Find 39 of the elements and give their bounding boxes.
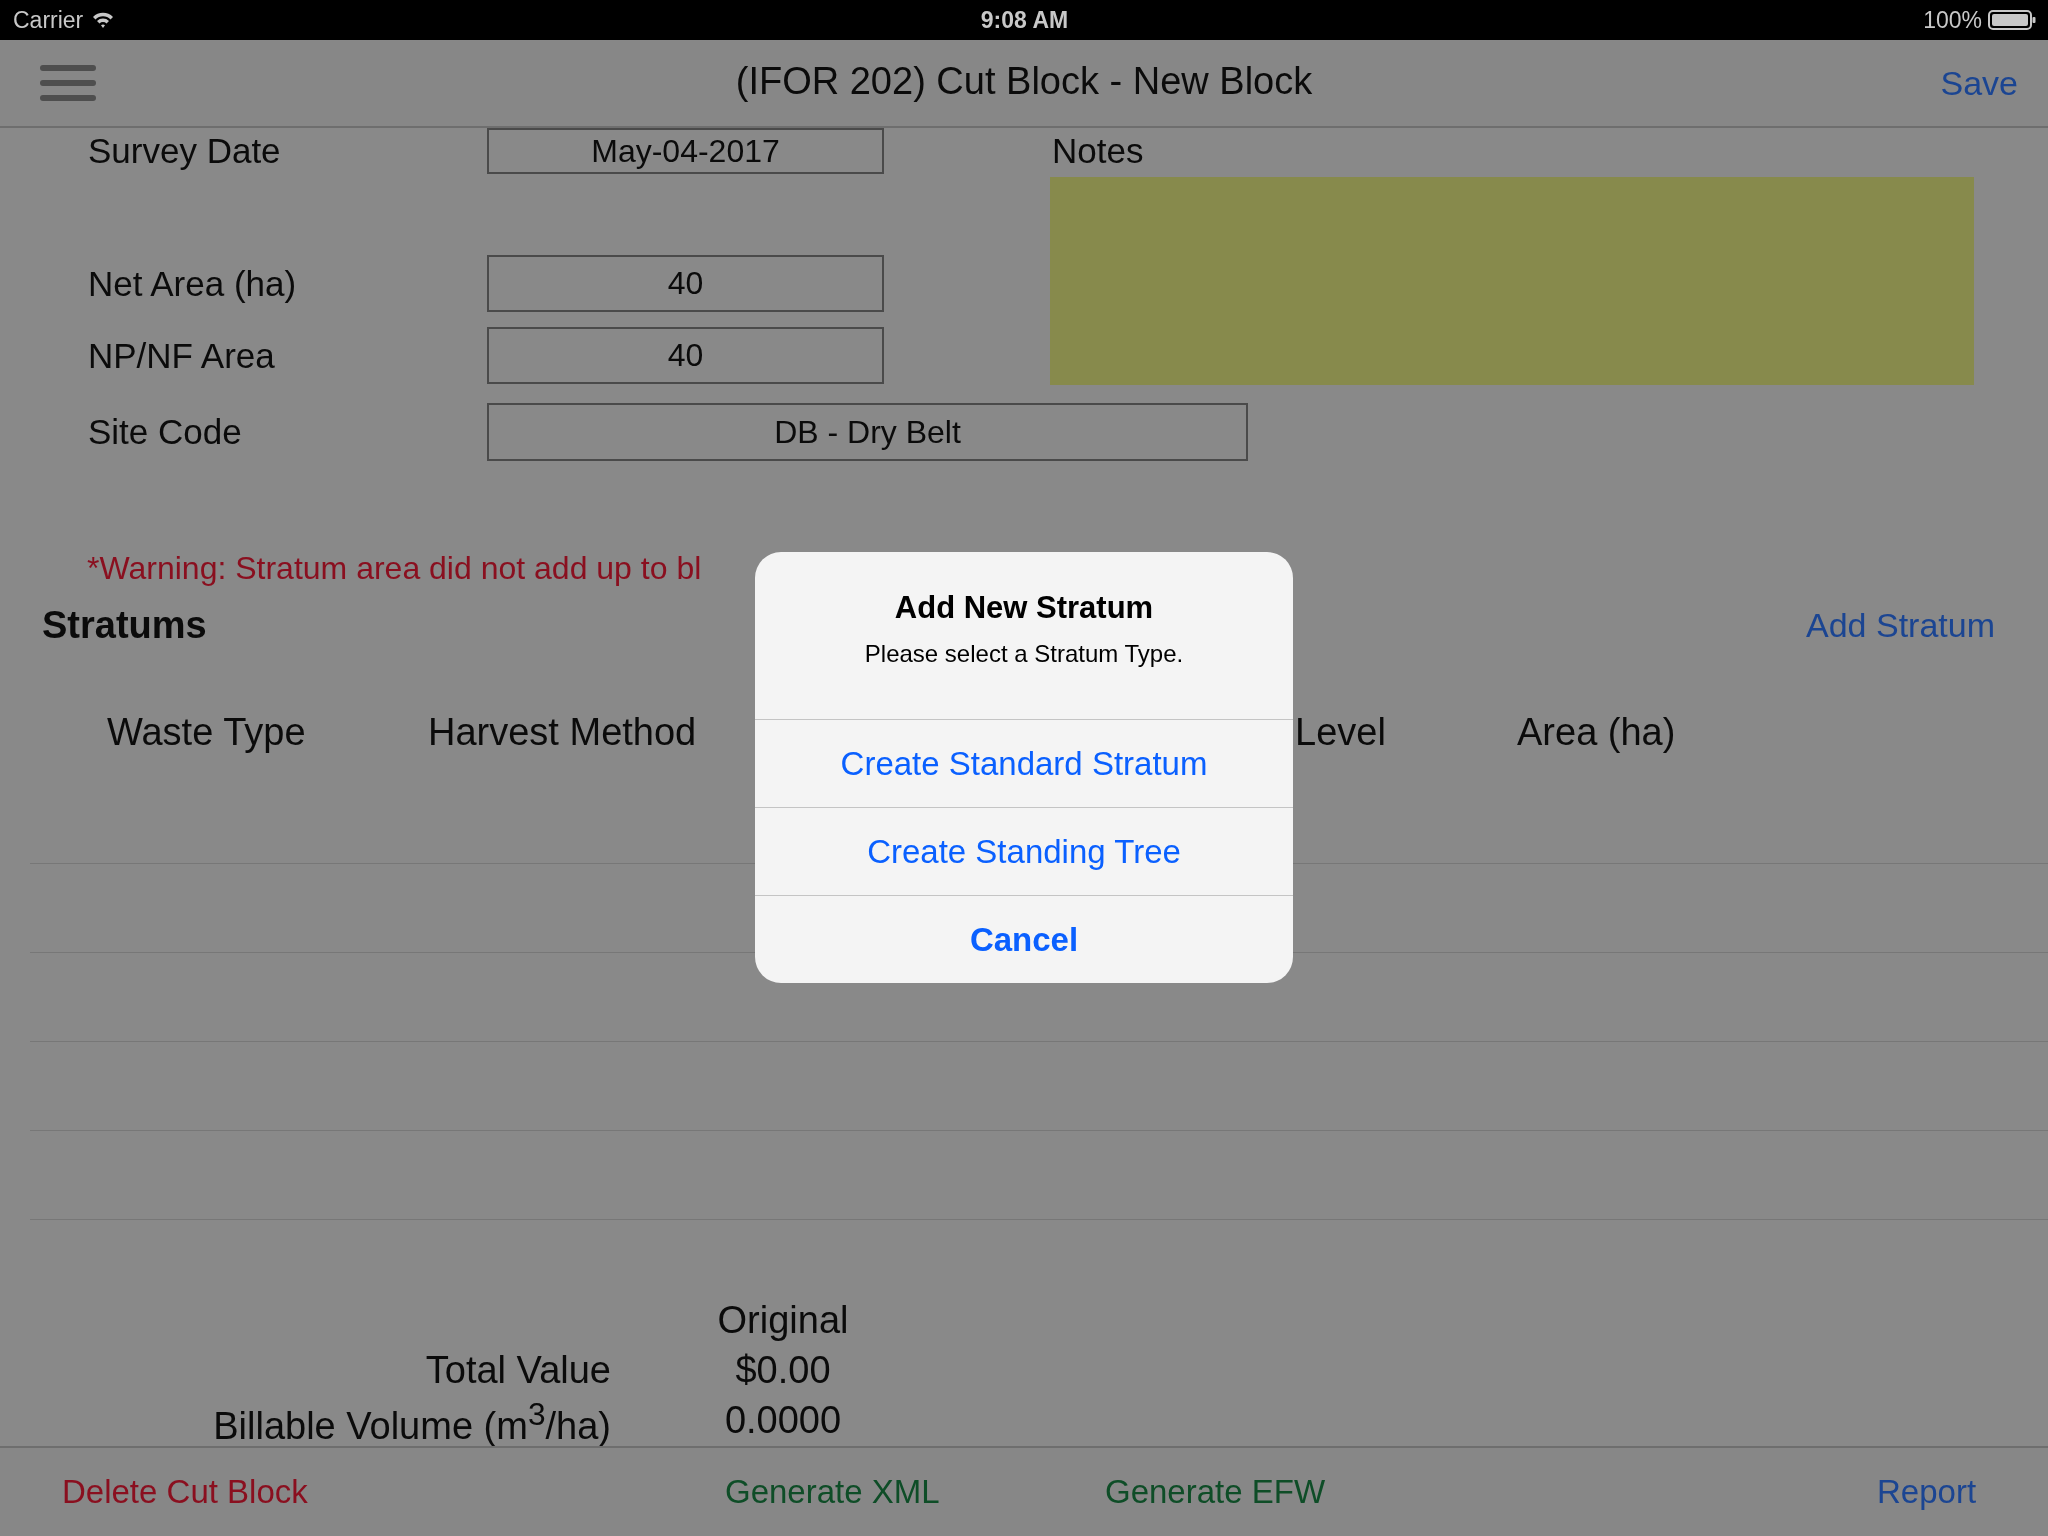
column-header: Area (ha) bbox=[1517, 710, 1677, 754]
toolbar-button[interactable]: Generate EFW bbox=[1105, 1473, 1326, 1511]
screen-title: (IFOR 202) Cut Block - New Block bbox=[735, 60, 1313, 103]
section-title: Stratums bbox=[42, 603, 207, 647]
battery-label: 100% bbox=[1923, 6, 1982, 34]
notes-field[interactable] bbox=[1050, 177, 1974, 385]
field-label: Site Code bbox=[87, 412, 243, 452]
input-field[interactable]: 40 bbox=[487, 327, 884, 384]
column-header: Waste Type bbox=[107, 710, 307, 754]
field-label: NP/NF Area bbox=[87, 335, 276, 376]
dialog-button[interactable]: Create Standard Stratum bbox=[755, 719, 1293, 807]
field-label: Net Area (ha) bbox=[87, 263, 298, 304]
save-button[interactable]: Save bbox=[1940, 59, 2018, 107]
input-field[interactable]: DB - Dry Belt bbox=[487, 403, 1248, 461]
field-label: Notes bbox=[1051, 131, 1145, 171]
dialog-title: Add New Stratum bbox=[894, 590, 1154, 626]
summary-label: Total Value bbox=[424, 1348, 611, 1393]
menu-button[interactable] bbox=[40, 64, 96, 102]
toolbar-button[interactable]: Generate XML bbox=[725, 1473, 940, 1511]
summary-value: 0.0000 bbox=[723, 1398, 843, 1443]
toolbar-button[interactable]: Delete Cut Block bbox=[62, 1473, 308, 1511]
input-field[interactable]: 40 bbox=[487, 255, 884, 312]
warning-text: *Warning: Stratum area did not add up to bl bbox=[86, 549, 703, 588]
column-header: Original bbox=[716, 1298, 850, 1343]
dialog-button[interactable]: Cancel bbox=[755, 895, 1293, 983]
wifi-icon bbox=[91, 11, 116, 29]
menu-icon bbox=[40, 64, 96, 102]
column-header: Level bbox=[1295, 710, 1387, 754]
dialog-message: Please select a Stratum Type. bbox=[864, 640, 1184, 668]
column-header: Harvest Method bbox=[428, 710, 698, 754]
toolbar-button[interactable]: Report bbox=[1877, 1473, 1977, 1511]
input-field[interactable]: May-04-2017 bbox=[487, 128, 884, 174]
add-stratum-button[interactable]: Add Stratum bbox=[1806, 605, 1995, 645]
clock-label: 9:08 AM bbox=[980, 6, 1069, 34]
battery-icon bbox=[1988, 10, 2036, 30]
field-label: Survey Date bbox=[87, 131, 282, 171]
carrier-label: Carrier bbox=[13, 6, 84, 34]
dialog-button[interactable]: Create Standing Tree bbox=[755, 807, 1293, 895]
summary-value: $0.00 bbox=[734, 1348, 832, 1393]
